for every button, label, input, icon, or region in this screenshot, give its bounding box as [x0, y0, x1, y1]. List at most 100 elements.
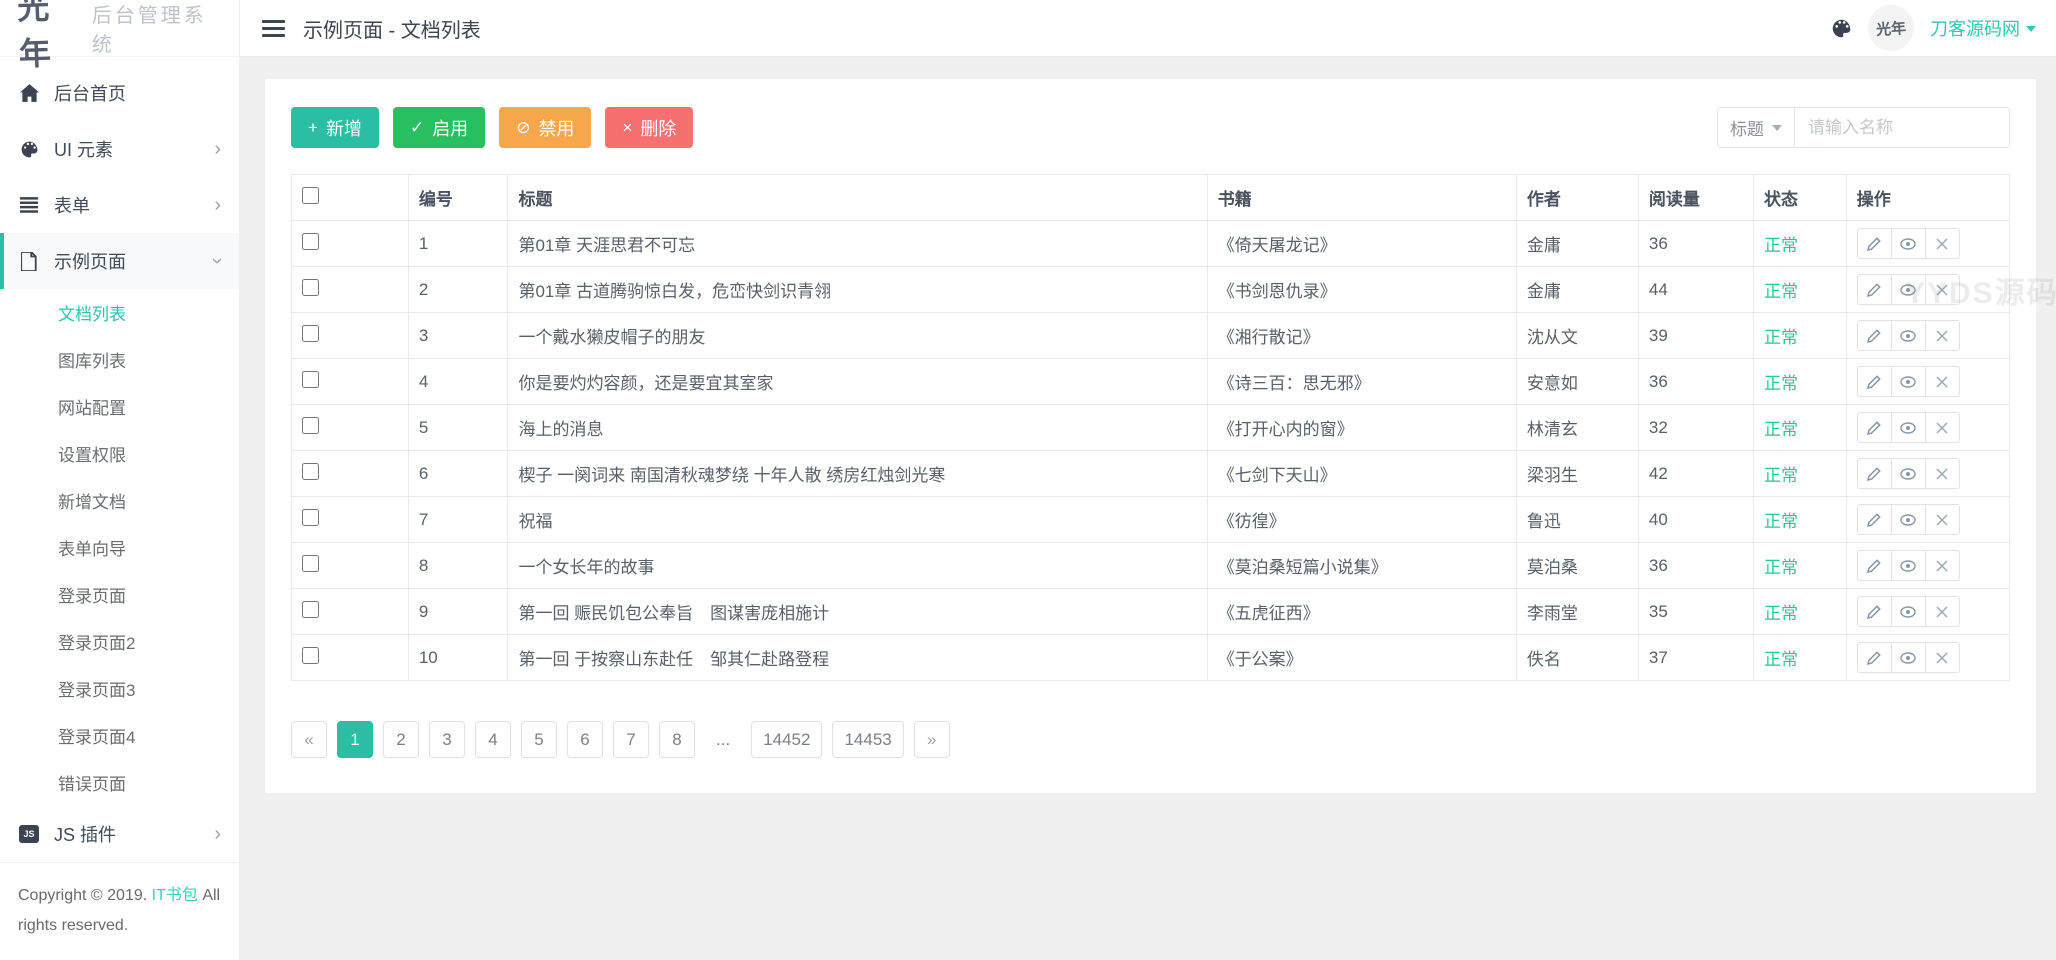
row-checkbox[interactable] [302, 279, 319, 296]
sidebar-item-ui-elements[interactable]: UI 元素 [0, 121, 239, 177]
edit-button[interactable] [1857, 642, 1892, 673]
cell-book: 《七剑下天山》 [1207, 451, 1516, 497]
avatar[interactable]: 光年 [1866, 3, 1915, 52]
pagination-item[interactable]: » [914, 721, 950, 758]
remove-button[interactable] [1925, 412, 1960, 443]
pagination-item[interactable]: « [291, 721, 327, 758]
remove-button[interactable] [1925, 228, 1960, 259]
submenu-item[interactable]: 登录页面4 [0, 712, 239, 759]
row-checkbox[interactable] [302, 417, 319, 434]
edit-button[interactable] [1857, 412, 1892, 443]
disable-button-label: 禁用 [538, 115, 574, 141]
add-button[interactable]: + 新增 [291, 107, 379, 148]
edit-button[interactable] [1857, 366, 1892, 397]
sidebar-item-js-plugins[interactable]: JS JS 插件 [0, 806, 239, 862]
table-row: 2 第01章 古道腾驹惊白发，危峦快剑识青翎 《书剑恩仇录》 金庸 44 正常 [292, 267, 2010, 313]
edit-button[interactable] [1857, 320, 1892, 351]
copyright-link[interactable]: IT书包 [152, 887, 198, 904]
topbar: 示例页面 - 文档列表 光年 刀客源码网 [240, 0, 2056, 57]
view-button[interactable] [1891, 504, 1926, 535]
edit-button[interactable] [1857, 274, 1892, 305]
row-checkbox[interactable] [302, 371, 319, 388]
pagination-item[interactable]: 8 [659, 721, 695, 758]
delete-button[interactable]: × 删除 [605, 107, 693, 148]
view-button[interactable] [1891, 274, 1926, 305]
view-button[interactable] [1891, 642, 1926, 673]
remove-button[interactable] [1925, 642, 1960, 673]
enable-button[interactable]: ✓ 启用 [393, 107, 485, 148]
x-icon: × [622, 119, 632, 136]
sidebar-item-label: 表单 [54, 192, 90, 218]
filter-field-select[interactable]: 标题 [1717, 107, 1795, 148]
pagination-item[interactable]: 14452 [751, 721, 822, 758]
row-checkbox[interactable] [302, 555, 319, 572]
row-checkbox[interactable] [302, 601, 319, 618]
submenu-item[interactable]: 图库列表 [0, 336, 239, 383]
view-button[interactable] [1891, 320, 1926, 351]
edit-button[interactable] [1857, 458, 1892, 489]
sidebar-item-label: 后台首页 [54, 80, 126, 106]
copyright: Copyright © 2019. IT书包 All rights reserv… [0, 862, 239, 960]
status-badge: 正常 [1753, 359, 1846, 405]
row-checkbox[interactable] [302, 647, 319, 664]
remove-button[interactable] [1925, 550, 1960, 581]
view-button[interactable] [1891, 458, 1926, 489]
pagination-item[interactable]: 2 [383, 721, 419, 758]
edit-button[interactable] [1857, 504, 1892, 535]
edit-button[interactable] [1857, 550, 1892, 581]
remove-button[interactable] [1925, 458, 1960, 489]
submenu-item[interactable]: 文档列表 [0, 289, 239, 336]
remove-button[interactable] [1925, 274, 1960, 305]
edit-button[interactable] [1857, 596, 1892, 627]
remove-button[interactable] [1925, 596, 1960, 627]
row-checkbox[interactable] [302, 325, 319, 342]
pagination-item[interactable]: 3 [429, 721, 465, 758]
submenu-item[interactable]: 网站配置 [0, 383, 239, 430]
submenu-item[interactable]: 设置权限 [0, 430, 239, 477]
view-button[interactable] [1891, 366, 1926, 397]
user-menu[interactable]: 刀客源码网 [1930, 15, 2036, 41]
submenu-item[interactable]: 登录页面3 [0, 665, 239, 712]
view-button[interactable] [1891, 412, 1926, 443]
view-button[interactable] [1891, 550, 1926, 581]
submenu-item[interactable]: 登录页面 [0, 571, 239, 618]
app-logo[interactable]: 光年 后台管理系统 [0, 0, 239, 57]
pagination-item[interactable]: 6 [567, 721, 603, 758]
view-button[interactable] [1891, 596, 1926, 627]
submenu-item[interactable]: 错误页面 [0, 759, 239, 806]
cell-book: 《倚天屠龙记》 [1207, 221, 1516, 267]
row-checkbox[interactable] [302, 463, 319, 480]
menu-toggle-icon[interactable] [262, 20, 285, 37]
remove-button[interactable] [1925, 366, 1960, 397]
row-checkbox[interactable] [302, 509, 319, 526]
pagination-item[interactable]: 5 [521, 721, 557, 758]
pagination-item: ... [705, 721, 741, 758]
disable-button[interactable]: ⊘ 禁用 [499, 107, 591, 148]
table-row: 6 楔子 一阕词来 南国清秋魂梦绕 十年人散 绣房红烛剑光寒 《七剑下天山》 梁… [292, 451, 2010, 497]
cell-title: 一个女长年的故事 [508, 543, 1207, 589]
pagination-item[interactable]: 14453 [832, 721, 903, 758]
pagination-item[interactable]: 1 [337, 721, 373, 758]
view-button[interactable] [1891, 228, 1926, 259]
edit-button[interactable] [1857, 228, 1892, 259]
row-actions [1857, 550, 1960, 581]
sidebar-item-example-pages[interactable]: 示例页面 [0, 233, 239, 289]
copyright-text: Copyright © 2019. [18, 887, 152, 904]
submenu-item[interactable]: 新增文档 [0, 477, 239, 524]
remove-button[interactable] [1925, 320, 1960, 351]
cell-author: 金庸 [1516, 267, 1638, 313]
theme-palette-icon[interactable] [1831, 18, 1852, 39]
row-checkbox[interactable] [302, 233, 319, 250]
remove-button[interactable] [1925, 504, 1960, 535]
pagination-item[interactable]: 4 [475, 721, 511, 758]
cell-book: 《打开心内的窗》 [1207, 405, 1516, 451]
sidebar-item-forms[interactable]: 表单 [0, 177, 239, 233]
submenu-item[interactable]: 登录页面2 [0, 618, 239, 665]
pagination-item[interactable]: 7 [613, 721, 649, 758]
cell-reads: 37 [1638, 635, 1753, 681]
row-actions [1857, 596, 1960, 627]
select-all-checkbox[interactable] [302, 187, 319, 204]
submenu-item[interactable]: 表单向导 [0, 524, 239, 571]
search-input[interactable] [1795, 107, 2010, 148]
status-badge: 正常 [1753, 267, 1846, 313]
